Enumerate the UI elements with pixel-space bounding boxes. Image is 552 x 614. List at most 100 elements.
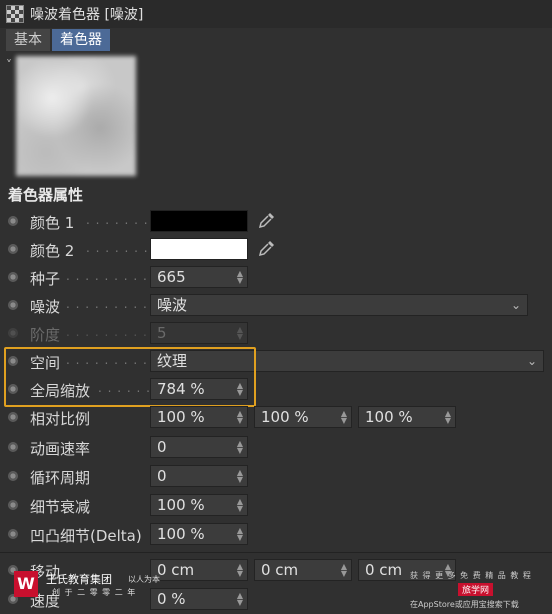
- watermark-slogan: 以人为本: [128, 575, 160, 584]
- stepper-icon[interactable]: ▲ ▼: [341, 563, 347, 578]
- movement-z-value: 0 cm: [365, 561, 403, 579]
- row-space: 空间 . . . . . . . . . . 纹理 ⌄: [0, 349, 552, 375]
- stepper-icon[interactable]: ▲ ▼: [237, 410, 243, 425]
- delta-input[interactable]: 100 % ▲ ▼: [150, 523, 248, 545]
- octaves-input: 5 ▲ ▼: [150, 322, 248, 344]
- seed-label: 种子: [30, 270, 61, 288]
- relative-scale-x-input[interactable]: 100 % ▲ ▼: [150, 406, 248, 428]
- title-bar: 噪波着色器 [噪波]: [0, 0, 552, 28]
- row-delta: 凹凸细节(Delta) 100 % ▲ ▼: [0, 522, 552, 548]
- animate-dot-icon[interactable]: [8, 412, 18, 422]
- leader-dots: . . . . . .: [98, 381, 151, 395]
- animate-dot-icon[interactable]: [8, 244, 18, 254]
- row-color2: 颜色 2 . . . . . . . . .: [0, 237, 552, 263]
- stepper-icon[interactable]: ▲ ▼: [237, 469, 243, 484]
- row-seed: 种子 . . . . . . . . . . 665 ▲ ▼: [0, 265, 552, 291]
- space-dropdown[interactable]: 纹理 ⌄: [150, 350, 544, 372]
- detail-attenuation-label: 细节衰减: [30, 498, 91, 516]
- tab-bar: 基本 着色器: [6, 29, 112, 51]
- space-value: 纹理: [157, 352, 188, 370]
- animation-speed-input[interactable]: 0 ▲ ▼: [150, 436, 248, 458]
- watermark-right: 获 得 更 多 免 费 精 品 教 程 旅学网 在AppStore或应用宝搜索下…: [410, 570, 550, 610]
- watermark-right-top: 获 得 更 多 免 费 精 品 教 程: [410, 571, 532, 580]
- global-scale-label: 全局缩放: [30, 382, 91, 400]
- row-detail-attenuation: 细节衰减 100 % ▲ ▼: [0, 493, 552, 519]
- leader-dots: . . . . . . . . . .: [66, 353, 158, 367]
- delta-value: 100 %: [157, 525, 205, 543]
- leader-dots: . . . . . . . . . .: [66, 297, 158, 311]
- stepper-icon[interactable]: ▲ ▼: [237, 270, 243, 285]
- relative-scale-z-value: 100 %: [365, 408, 413, 426]
- relative-scale-label: 相对比例: [30, 410, 91, 428]
- octaves-value: 5: [157, 324, 167, 342]
- stepper-icon[interactable]: ▲ ▼: [237, 382, 243, 397]
- stepper-icon[interactable]: ▲ ▼: [445, 410, 451, 425]
- watermark-brand: 王氏教育集团: [46, 573, 112, 586]
- noise-type-dropdown[interactable]: 噪波 ⌄: [150, 294, 528, 316]
- eyedropper-icon[interactable]: [258, 211, 276, 229]
- stepper-icon[interactable]: ▲ ▼: [237, 563, 243, 578]
- animate-dot-icon[interactable]: [8, 300, 18, 310]
- delta-label: 凹凸细节(Delta): [30, 527, 142, 545]
- stepper-icon[interactable]: ▲ ▼: [237, 440, 243, 455]
- relative-scale-z-input[interactable]: 100 % ▲ ▼: [358, 406, 456, 428]
- animate-dot-icon[interactable]: [8, 442, 18, 452]
- stepper-icon[interactable]: ▲ ▼: [237, 592, 243, 607]
- animate-dot-icon[interactable]: [8, 384, 18, 394]
- row-global-scale: 全局缩放 . . . . . . 784 % ▲ ▼: [0, 377, 552, 403]
- movement-y-input[interactable]: 0 cm ▲ ▼: [254, 559, 352, 581]
- tab-shader[interactable]: 着色器: [52, 29, 110, 51]
- watermark-left: W 王氏教育集团 以人为本 创 于 二 零 零 二 年: [10, 565, 210, 610]
- relative-scale-y-value: 100 %: [261, 408, 309, 426]
- animate-dot-icon: [8, 328, 18, 338]
- detail-attenuation-value: 100 %: [157, 496, 205, 514]
- divider: [0, 552, 552, 553]
- global-scale-input[interactable]: 784 % ▲ ▼: [150, 378, 248, 400]
- leader-dots: . . . . . . . . . .: [66, 269, 158, 283]
- animate-dot-icon[interactable]: [8, 500, 18, 510]
- relative-scale-y-input[interactable]: 100 % ▲ ▼: [254, 406, 352, 428]
- loop-period-input[interactable]: 0 ▲ ▼: [150, 465, 248, 487]
- chevron-down-icon: ⌄: [510, 298, 521, 312]
- animate-dot-icon[interactable]: [8, 272, 18, 282]
- chevron-down-icon: ⌄: [526, 354, 537, 368]
- row-animation-speed: 动画速率 0 ▲ ▼: [0, 435, 552, 461]
- watermark-right-bottom: 在AppStore或应用宝搜索下载: [410, 600, 519, 609]
- noise-preview-image: [16, 56, 136, 176]
- color1-swatch[interactable]: [150, 210, 248, 232]
- row-octaves: 阶度 . . . . . . . . . . 5 ▲ ▼: [0, 321, 552, 347]
- animation-speed-label: 动画速率: [30, 440, 91, 458]
- loop-period-value: 0: [157, 467, 167, 485]
- section-title: 着色器属性: [8, 186, 84, 204]
- noise-label: 噪波: [30, 298, 61, 316]
- animate-dot-icon[interactable]: [8, 529, 18, 539]
- noise-type-value: 噪波: [157, 296, 188, 314]
- stepper-icon[interactable]: ▲ ▼: [237, 527, 243, 542]
- detail-attenuation-input[interactable]: 100 % ▲ ▼: [150, 494, 248, 516]
- animate-dot-icon[interactable]: [8, 356, 18, 366]
- row-color1: 颜色 1 . . . . . . . . .: [0, 209, 552, 235]
- eyedropper-icon[interactable]: [258, 239, 276, 257]
- stepper-icon[interactable]: ▲ ▼: [237, 498, 243, 513]
- movement-y-value: 0 cm: [261, 561, 299, 579]
- global-scale-value: 784 %: [157, 380, 205, 398]
- animate-dot-icon[interactable]: [8, 216, 18, 226]
- animate-dot-icon[interactable]: [8, 471, 18, 481]
- space-label: 空间: [30, 354, 61, 372]
- row-noise: 噪波 . . . . . . . . . . 噪波 ⌄: [0, 293, 552, 319]
- color2-swatch[interactable]: [150, 238, 248, 260]
- seed-input[interactable]: 665 ▲ ▼: [150, 266, 248, 288]
- row-loop-period: 循环周期 0 ▲ ▼: [0, 464, 552, 490]
- leader-dots: . . . . . . . . . .: [66, 325, 158, 339]
- tab-basic[interactable]: 基本: [6, 29, 50, 51]
- loop-period-label: 循环周期: [30, 469, 91, 487]
- window-title: 噪波着色器 [噪波]: [30, 7, 144, 23]
- watermark-right-badge: 旅学网: [458, 583, 494, 596]
- stepper-icon: ▲ ▼: [236, 325, 243, 341]
- seed-value: 665: [157, 268, 186, 286]
- collapse-chevron-icon[interactable]: ˅: [6, 58, 12, 72]
- stepper-icon[interactable]: ▲ ▼: [341, 410, 347, 425]
- color2-label: 颜色 2: [30, 242, 75, 260]
- relative-scale-x-value: 100 %: [157, 408, 205, 426]
- watermark-sub: 创 于 二 零 零 二 年: [52, 588, 137, 597]
